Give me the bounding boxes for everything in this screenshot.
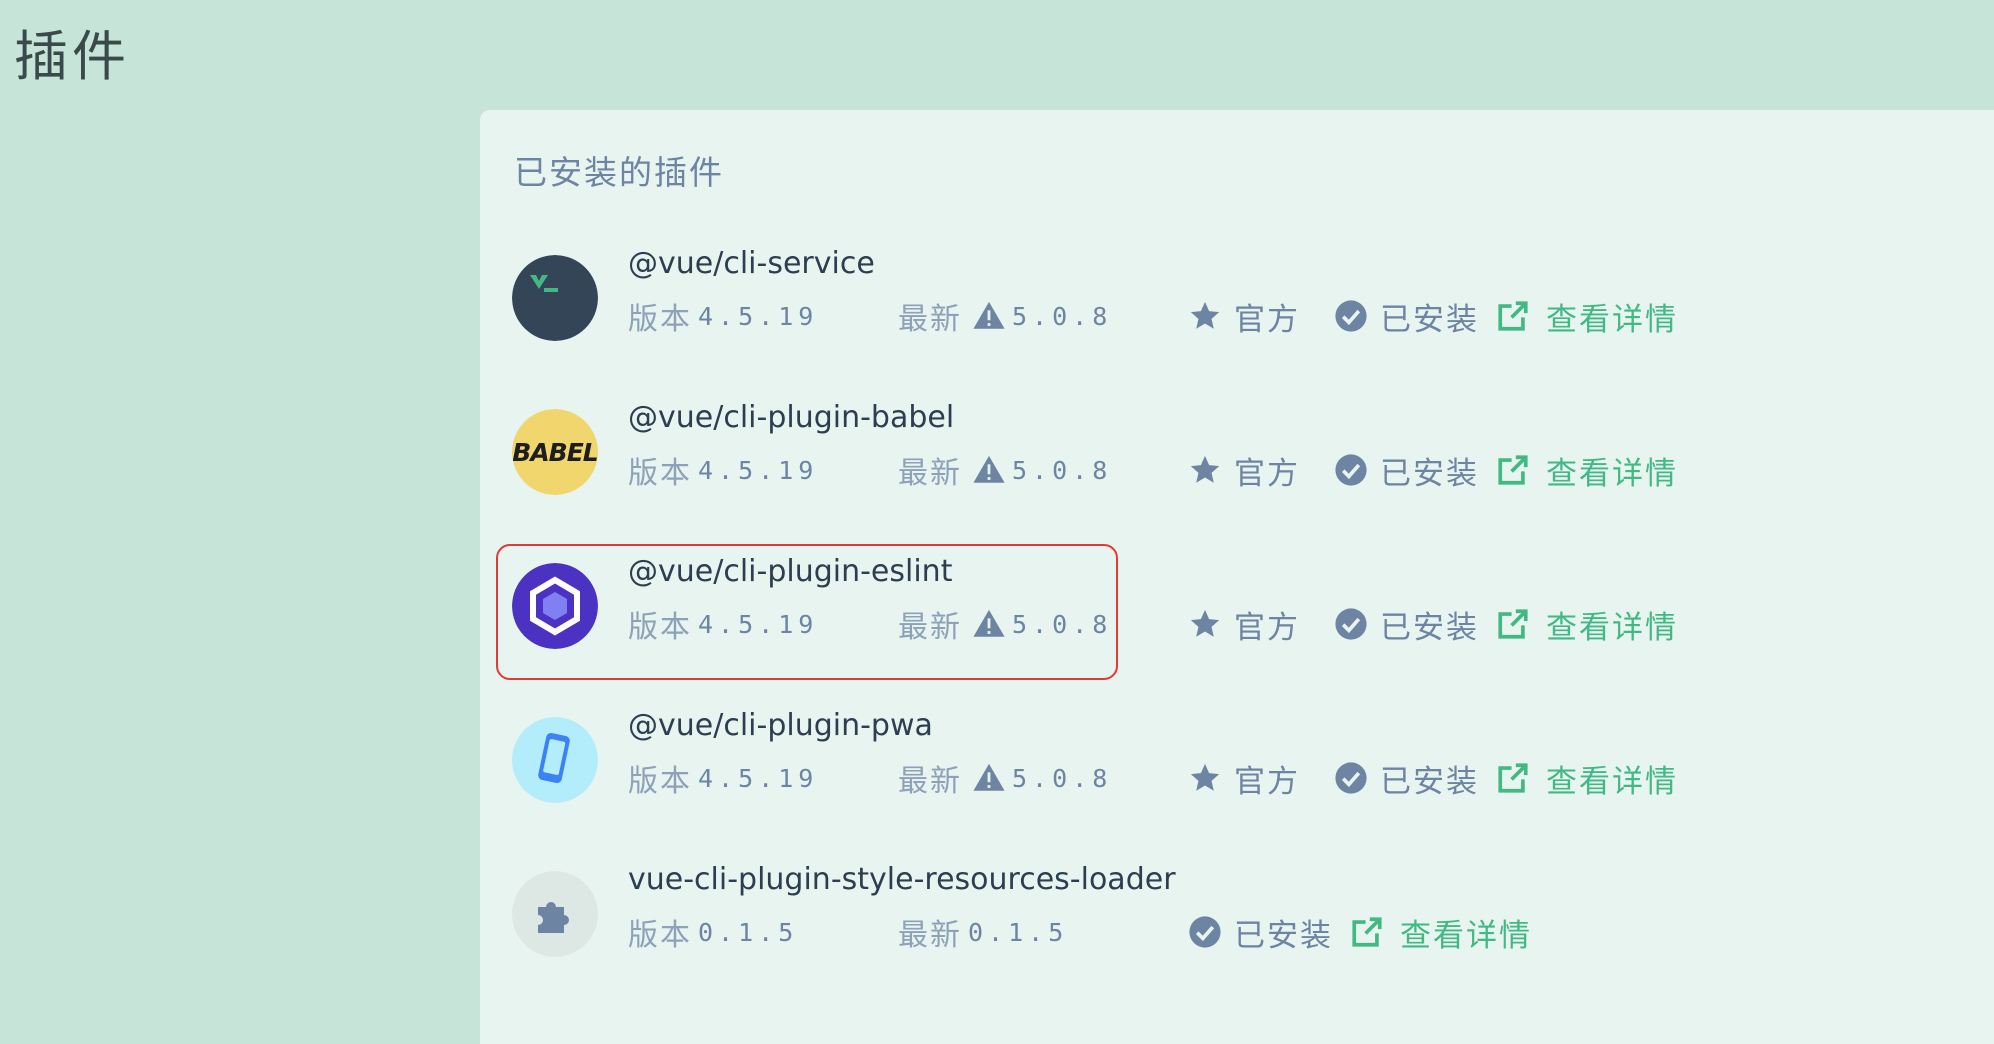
latest-label: 最新 <box>898 302 962 337</box>
external-link-icon <box>1498 609 1528 639</box>
installed-label: 已安装 <box>1380 455 1479 492</box>
plugin-name: vue-cli-plugin-style-resources-loader <box>628 862 1176 897</box>
version-info: 版本 4.5.19 <box>628 294 818 338</box>
official-label: 官方 <box>1234 301 1300 338</box>
view-details-label: 查看详情 <box>1546 609 1678 646</box>
latest-version: 5.0.8 <box>1012 609 1113 639</box>
puzzle-piece-icon <box>512 871 598 957</box>
section-title: 已安装的插件 <box>514 153 724 192</box>
version-label: 版本 <box>628 918 692 953</box>
plugin-item[interactable]: vue-cli-plugin-style-resources-loader 版本… <box>480 838 1980 992</box>
official-label: 官方 <box>1234 609 1300 646</box>
current-version: 4.5.19 <box>698 455 819 485</box>
latest-info: 最新 5.0.8 <box>898 294 1112 338</box>
external-link-icon <box>1498 763 1528 793</box>
check-circle-icon <box>1335 300 1367 332</box>
version-label: 版本 <box>628 764 692 799</box>
star-icon <box>1190 455 1220 483</box>
view-details-link[interactable]: 查看详情 <box>1496 448 1678 492</box>
view-details-link[interactable]: 查看详情 <box>1496 602 1678 646</box>
check-circle-icon <box>1335 762 1367 794</box>
star-icon <box>1190 763 1220 791</box>
version-label: 版本 <box>628 302 692 337</box>
current-version: 0.1.5 <box>698 917 799 947</box>
installed-label: 已安装 <box>1380 609 1479 646</box>
warning-icon <box>973 763 1005 791</box>
check-circle-icon <box>1335 454 1367 486</box>
plugin-item[interactable]: BABEL @vue/cli-plugin-babel 版本 4.5.19 最新… <box>480 376 1980 530</box>
check-circle-icon <box>1335 608 1367 640</box>
view-details-link[interactable]: 查看详情 <box>1350 910 1532 954</box>
official-badge: 官方 <box>1188 294 1300 338</box>
latest-version: 5.0.8 <box>1012 301 1113 331</box>
official-label: 官方 <box>1234 455 1300 492</box>
plugin-item[interactable]: @vue/cli-plugin-eslint 版本 4.5.19 最新 5.0.… <box>480 530 1980 684</box>
view-details-label: 查看详情 <box>1400 917 1532 954</box>
check-circle-icon <box>1189 916 1221 948</box>
installed-badge: 已安装 <box>1188 910 1333 954</box>
latest-version: 5.0.8 <box>1012 763 1113 793</box>
mobile-phone-icon <box>512 717 598 803</box>
external-link-icon <box>1352 917 1382 947</box>
warning-icon <box>973 301 1005 329</box>
version-info: 版本 4.5.19 <box>628 756 818 800</box>
plugin-item[interactable]: @vue/cli-plugin-pwa 版本 4.5.19 最新 5.0.8 官… <box>480 684 1980 838</box>
view-details-label: 查看详情 <box>1546 763 1678 800</box>
page-title: 插件 <box>14 25 130 88</box>
view-details-link[interactable]: 查看详情 <box>1496 756 1678 800</box>
latest-label: 最新 <box>898 456 962 491</box>
babel-logo-icon: BABEL <box>512 409 598 495</box>
view-details-label: 查看详情 <box>1546 301 1678 338</box>
version-label: 版本 <box>628 456 692 491</box>
version-info: 版本 4.5.19 <box>628 602 818 646</box>
current-version: 4.5.19 <box>698 609 819 639</box>
latest-version: 0.1.5 <box>968 917 1069 947</box>
latest-info: 最新 0.1.5 <box>898 910 1068 954</box>
external-link-icon <box>1498 455 1528 485</box>
installed-badge: 已安装 <box>1334 756 1479 800</box>
version-info: 版本 0.1.5 <box>628 910 798 954</box>
version-info: 版本 4.5.19 <box>628 448 818 492</box>
plugin-item[interactable]: @vue/cli-service 版本 4.5.19 最新 5.0.8 官方 已… <box>480 222 1980 376</box>
latest-info: 最新 5.0.8 <box>898 448 1112 492</box>
installed-label: 已安装 <box>1380 301 1479 338</box>
installed-badge: 已安装 <box>1334 294 1479 338</box>
official-badge: 官方 <box>1188 448 1300 492</box>
warning-icon <box>973 609 1005 637</box>
installed-badge: 已安装 <box>1334 602 1479 646</box>
vue-cli-terminal-icon <box>512 255 598 341</box>
current-version: 4.5.19 <box>698 301 819 331</box>
installed-label: 已安装 <box>1380 763 1479 800</box>
external-link-icon <box>1498 301 1528 331</box>
latest-version: 5.0.8 <box>1012 455 1113 485</box>
star-icon <box>1190 301 1220 329</box>
installed-plugins-panel: 已安装的插件 @vue/cli-service 版本 4.5.19 最新 5.0… <box>480 110 1994 1044</box>
latest-label: 最新 <box>898 918 962 953</box>
star-icon <box>1190 609 1220 637</box>
latest-info: 最新 5.0.8 <box>898 756 1112 800</box>
view-details-label: 查看详情 <box>1546 455 1678 492</box>
plugin-name: @vue/cli-plugin-pwa <box>628 708 933 743</box>
warning-icon <box>973 455 1005 483</box>
svg-text:BABEL: BABEL <box>512 438 598 467</box>
latest-label: 最新 <box>898 764 962 799</box>
eslint-logo-icon <box>512 563 598 649</box>
version-label: 版本 <box>628 610 692 645</box>
official-badge: 官方 <box>1188 602 1300 646</box>
official-label: 官方 <box>1234 763 1300 800</box>
current-version: 4.5.19 <box>698 763 819 793</box>
view-details-link[interactable]: 查看详情 <box>1496 294 1678 338</box>
plugin-name: @vue/cli-plugin-babel <box>628 400 955 435</box>
installed-label: 已安装 <box>1234 917 1333 954</box>
latest-info: 最新 5.0.8 <box>898 602 1112 646</box>
installed-badge: 已安装 <box>1334 448 1479 492</box>
plugin-name: @vue/cli-service <box>628 246 875 281</box>
official-badge: 官方 <box>1188 756 1300 800</box>
plugin-name: @vue/cli-plugin-eslint <box>628 554 953 589</box>
latest-label: 最新 <box>898 610 962 645</box>
